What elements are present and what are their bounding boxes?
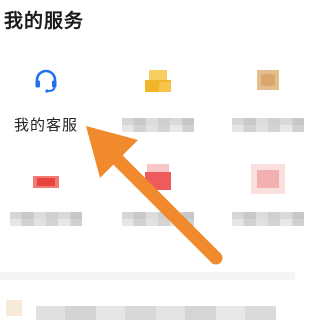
pixelated-label xyxy=(10,212,82,226)
pixelated-icon xyxy=(255,68,281,94)
pixelated-label xyxy=(36,306,276,320)
pixelated-label xyxy=(122,212,194,226)
service-tile-blurred-3[interactable] xyxy=(222,58,314,148)
pixelated-label xyxy=(232,118,304,132)
pixelated-icon xyxy=(251,164,285,194)
service-tile-customer-service[interactable]: 我的客服 xyxy=(0,58,92,148)
next-section-blurred xyxy=(0,272,295,331)
services-grid: 我的客服 xyxy=(0,58,304,250)
service-label: 我的客服 xyxy=(13,116,78,134)
pixelated-icon xyxy=(33,176,59,202)
page-title: 我的服务 xyxy=(4,10,85,32)
pixelated-label xyxy=(122,118,194,132)
service-tile-blurred-6[interactable] xyxy=(222,160,314,250)
service-tile-blurred-4[interactable] xyxy=(0,160,92,250)
pixelated-icon xyxy=(145,164,171,190)
service-tile-blurred-2[interactable] xyxy=(112,58,204,148)
pixelated-label xyxy=(232,212,304,226)
pixelated-icon xyxy=(6,300,22,316)
pixelated-icon xyxy=(145,68,171,94)
headset-icon xyxy=(33,68,59,94)
service-tile-blurred-5[interactable] xyxy=(112,160,204,250)
